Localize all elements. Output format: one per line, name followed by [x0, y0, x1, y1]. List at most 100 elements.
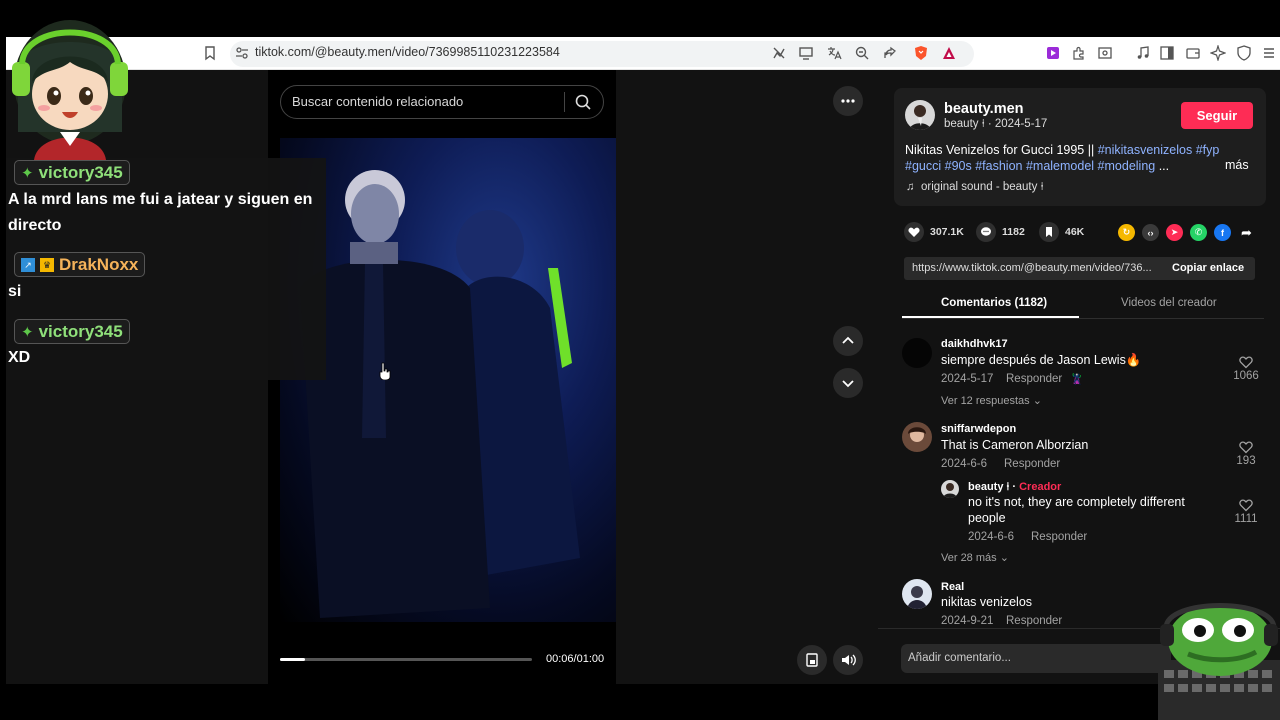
video-frame-image — [300, 170, 580, 618]
share-page-icon[interactable] — [882, 45, 898, 61]
chat-username: DrakNoxx — [59, 254, 139, 274]
reply-button[interactable]: Responder — [1006, 373, 1062, 385]
copy-link-button[interactable]: Copiar enlace — [1172, 262, 1244, 274]
sidebar-toggle-icon[interactable] — [1159, 45, 1175, 61]
hashtag-link[interactable]: #fashion — [975, 159, 1022, 173]
chat-badge: ✦ victory345 — [14, 319, 130, 344]
comment-username[interactable]: sniffarwdepon — [941, 423, 1016, 435]
extensions-icon[interactable] — [1071, 45, 1087, 61]
commenter-avatar[interactable] — [902, 579, 932, 609]
progress-track[interactable] — [280, 658, 532, 661]
tab-creator-videos[interactable]: Videos del creador — [1121, 297, 1217, 309]
repost-icon[interactable]: ↻ — [1118, 224, 1135, 241]
view-replies-link[interactable]: Ver 12 respuestas ⌄ — [941, 394, 1042, 407]
extension-purple-icon[interactable] — [1045, 45, 1061, 61]
reply-username[interactable]: beauty ⍿ · Creador — [968, 481, 1061, 494]
screen-cast-icon[interactable] — [798, 45, 814, 61]
bookmark-icon — [1039, 222, 1059, 242]
creator-avatar[interactable] — [941, 480, 959, 498]
heart-outline-icon — [1239, 499, 1253, 512]
sound-link[interactable]: ♫ original sound - beauty ⍿ — [906, 181, 1044, 194]
author-avatar[interactable] — [905, 100, 935, 130]
reply-button[interactable]: Responder — [1006, 615, 1062, 627]
search-icon[interactable] — [574, 93, 592, 111]
reply-user-name: beauty ⍿ · — [968, 481, 1020, 493]
reply-like[interactable]: 1111 — [1226, 498, 1266, 525]
bookmark-icon[interactable] — [202, 45, 218, 61]
floating-player-button[interactable] — [797, 645, 827, 675]
hashtag-link[interactable]: #nikitasvenizelos — [1098, 143, 1193, 157]
prime-icon: ↗ — [21, 257, 35, 272]
previous-video-button[interactable] — [833, 326, 863, 356]
description-text: Nikitas Venizelos for Gucci 1995 || — [905, 143, 1098, 157]
reply-button[interactable]: Responder — [1031, 531, 1087, 543]
capture-icon[interactable] — [1097, 45, 1113, 61]
more-description-link[interactable]: más — [1225, 158, 1249, 172]
pepe-emote-image — [1158, 603, 1280, 720]
reply-button[interactable]: Responder — [1004, 458, 1060, 470]
like-stat[interactable]: 307.1K — [904, 222, 964, 242]
address-url[interactable]: tiktok.com/@beauty.men/video/73699851102… — [255, 45, 560, 59]
hashtag-link[interactable]: #malemodel — [1026, 159, 1094, 173]
reply-text: no it's not, they are completely differe… — [968, 495, 1185, 509]
embed-icon[interactable]: ‹› — [1142, 224, 1159, 241]
brave-rewards-icon[interactable] — [941, 45, 957, 61]
hashtag-link[interactable]: #modeling — [1098, 159, 1156, 173]
chat-message-line-2: directo — [8, 217, 62, 234]
hand-cursor-icon — [379, 362, 391, 380]
site-settings-icon[interactable] — [234, 45, 250, 61]
volume-button[interactable] — [833, 645, 863, 675]
comment-date: 2024-9-21 — [941, 615, 994, 627]
hashtag-link[interactable]: #fyp — [1196, 143, 1220, 157]
comment-username[interactable]: Real — [941, 581, 964, 593]
comment-text: siempre después de Jason Lewis🔥 — [941, 353, 1142, 367]
hashtag-link[interactable]: #gucci — [905, 159, 941, 173]
menu-icon[interactable] — [1261, 45, 1277, 61]
view-more-replies-link[interactable]: Ver 28 más ⌄ — [941, 551, 1009, 564]
chat-badge: ✦ victory345 — [14, 160, 130, 185]
wallet-icon[interactable] — [1185, 45, 1201, 61]
whatsapp-icon[interactable]: ✆ — [1190, 224, 1207, 241]
more-options-button[interactable] — [833, 86, 863, 116]
music-note-icon: ♫ — [906, 181, 915, 193]
video-player[interactable] — [280, 138, 616, 622]
chat-message: XD — [8, 349, 31, 366]
brave-shield-icon[interactable] — [913, 45, 929, 61]
comment-like[interactable]: 1066 — [1226, 355, 1266, 382]
vpn-icon[interactable] — [1236, 45, 1252, 61]
music-icon[interactable] — [1135, 45, 1151, 61]
comment-stat[interactable]: 1182 — [976, 222, 1025, 242]
comment-like[interactable]: 193 — [1226, 440, 1266, 467]
save-stat[interactable]: 46K — [1039, 222, 1084, 242]
commenter-avatar[interactable] — [902, 422, 932, 452]
author-subline: beauty ⍿ · 2024-5-17 — [944, 118, 1048, 130]
description-ellipsis: ... — [1155, 159, 1170, 173]
view-more-label: Ver 28 más — [941, 552, 997, 564]
facebook-icon[interactable]: f — [1214, 224, 1231, 241]
follow-button[interactable]: Seguir — [1181, 102, 1253, 129]
chat-username: victory345 — [38, 321, 123, 341]
screen: tiktok.com/@beauty.men/video/73699851102… — [0, 0, 1280, 720]
leo-ai-icon[interactable] — [1210, 45, 1226, 61]
send-to-friends-icon[interactable]: ➤ — [1166, 224, 1183, 241]
search-divider — [564, 92, 565, 112]
no-cast-icon[interactable] — [771, 45, 787, 61]
share-arrow-icon[interactable]: ➦ — [1238, 224, 1255, 241]
zoom-out-icon[interactable] — [854, 45, 870, 61]
tab-comments[interactable]: Comentarios (1182) — [941, 297, 1047, 309]
creator-label: Creador — [1019, 481, 1062, 493]
comment-text: nikitas venizelos — [941, 595, 1033, 609]
next-video-button[interactable] — [833, 368, 863, 398]
commenter-avatar[interactable] — [902, 338, 932, 368]
video-link[interactable]: https://www.tiktok.com/@beauty.men/video… — [912, 262, 1158, 274]
sound-name: original sound - beauty ⍿ — [921, 181, 1044, 193]
translate-icon[interactable] — [826, 45, 842, 61]
heart-icon — [904, 222, 924, 242]
comment-username[interactable]: daikhdhvk17 — [941, 338, 1008, 350]
comment-date: 2024-5-17 — [941, 373, 994, 385]
author-username[interactable]: beauty.men — [944, 101, 1024, 117]
reply-like-count: 1111 — [1234, 513, 1258, 525]
liked-by-creator-icon: 🦹 — [1070, 374, 1084, 386]
like-count: 307.1K — [930, 226, 964, 238]
hashtag-link[interactable]: #90s — [945, 159, 972, 173]
